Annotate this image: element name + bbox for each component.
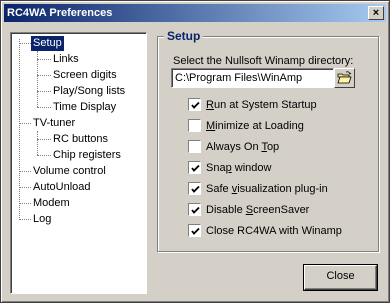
title-bar[interactable]: RC4WA Preferences × — [4, 4, 386, 22]
tree-connector — [19, 203, 31, 204]
option-label: Run at System Startup — [206, 99, 317, 111]
tree-item-modem[interactable]: Modem — [31, 196, 72, 211]
tree-connector — [19, 171, 31, 172]
checkbox[interactable] — [188, 98, 201, 111]
tree-item-tv-tuner[interactable]: TV-tuner — [31, 116, 77, 131]
tree-item-autounload[interactable]: AutoUnload — [31, 180, 93, 195]
checkbox[interactable] — [188, 203, 201, 216]
option-label: Always On Top — [206, 141, 280, 153]
checkmark-icon — [191, 185, 200, 193]
option-label: Disable ScreenSaver — [206, 204, 310, 216]
checkmark-icon — [191, 227, 200, 235]
checkbox[interactable] — [188, 224, 201, 237]
tree-connector — [19, 187, 31, 188]
checkmark-icon — [191, 101, 200, 109]
tree-connector — [37, 75, 51, 76]
option-label: Snap window — [206, 162, 272, 174]
tree-connector — [37, 91, 51, 92]
tree-connector — [37, 131, 38, 155]
tree-connector — [19, 123, 31, 124]
checkmark-icon — [191, 164, 200, 172]
tree-item-volume-control[interactable]: Volume control — [31, 164, 108, 179]
tree-item-screen-digits[interactable]: Screen digits — [51, 68, 119, 83]
tree-item-rc-buttons[interactable]: RC buttons — [51, 132, 110, 147]
tree-connector — [37, 107, 51, 108]
tree-item-time-display[interactable]: Time Display — [51, 100, 118, 115]
tree-connector — [37, 139, 51, 140]
tree-connector — [37, 155, 51, 156]
setup-group-title: Setup — [164, 29, 204, 43]
checkmark-icon — [191, 206, 200, 214]
checkbox[interactable] — [188, 161, 201, 174]
tree-item-chip-registers[interactable]: Chip registers — [51, 148, 123, 163]
tree-connector — [19, 43, 31, 44]
winamp-dir-label: Select the Nullsoft Winamp directory: — [173, 55, 354, 67]
tree-connector — [19, 219, 31, 220]
winamp-dir-field[interactable]: C:\Program Files\WinAmp — [171, 68, 334, 88]
tree-item-setup[interactable]: Setup — [31, 36, 64, 51]
browse-folder-button[interactable] — [334, 68, 355, 88]
settings-tree[interactable]: Setup Links Screen digits Play/Song list… — [10, 32, 147, 294]
preferences-window: RC4WA Preferences × Setup Links Screen d… — [0, 0, 390, 303]
checkbox[interactable] — [188, 140, 201, 153]
tree-item-links[interactable]: Links — [51, 52, 81, 67]
checkbox[interactable] — [188, 182, 201, 195]
window-title: RC4WA Preferences — [7, 7, 113, 19]
tree-connector — [37, 59, 51, 60]
option-label: Close RC4WA with Winamp — [206, 225, 342, 237]
checkbox[interactable] — [188, 119, 201, 132]
tree-item-play-song-lists[interactable]: Play/Song lists — [51, 84, 127, 99]
option-label: Minimize at Loading — [206, 120, 304, 132]
tree-item-log[interactable]: Log — [31, 212, 53, 227]
option-label: Safe visualization plug-in — [206, 183, 328, 195]
tree-connector — [19, 39, 20, 220]
folder-open-icon — [337, 71, 352, 84]
title-close-icon[interactable]: × — [368, 6, 384, 20]
close-button[interactable]: Close — [304, 265, 377, 290]
